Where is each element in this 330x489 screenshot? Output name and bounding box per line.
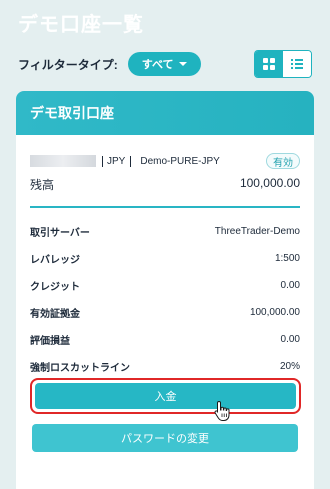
balance-row: 残高 100,000.00 xyxy=(30,176,300,193)
detail-label: 評価損益 xyxy=(30,336,70,347)
masked-account-number xyxy=(30,155,96,167)
grid-icon xyxy=(263,58,275,70)
hand-cursor-icon xyxy=(214,400,230,421)
account-id-row: JPY Demo-PURE-JPY 有効 xyxy=(30,152,300,170)
balance-label: 残高 xyxy=(30,178,55,192)
divider xyxy=(30,206,300,208)
detail-row: レバレッジ 1:500 xyxy=(30,245,300,272)
view-toggle xyxy=(254,50,312,78)
list-icon xyxy=(291,59,303,69)
deposit-button-highlight: 入金 xyxy=(30,378,301,414)
detail-label: レバレッジ xyxy=(30,255,80,266)
account-group: Demo-PURE-JPY xyxy=(140,155,220,167)
detail-row: 有効証拠金 100,000.00 xyxy=(30,299,300,326)
status-badge: 有効 xyxy=(266,153,300,169)
detail-row: クレジット 0.00 xyxy=(30,272,300,299)
detail-label: 取引サーバー xyxy=(30,228,90,239)
filter-label: フィルタータイプ: xyxy=(18,57,118,72)
balance-value: 100,000.00 xyxy=(239,176,300,190)
detail-value: 20% xyxy=(279,361,300,372)
detail-value: ThreeTrader-Demo xyxy=(214,226,300,237)
detail-value: 1:500 xyxy=(274,253,300,264)
filter-type-select[interactable]: すべて xyxy=(127,52,201,76)
detail-label: 強制ロスカットライン xyxy=(30,363,130,374)
deposit-button[interactable]: 入金 xyxy=(35,383,296,409)
detail-row: 強制ロスカットライン 20% xyxy=(30,353,300,380)
detail-label: 有効証拠金 xyxy=(30,309,80,320)
filter-selected-value: すべて xyxy=(141,59,174,71)
detail-value: 100,000.00 xyxy=(249,307,300,318)
chevron-down-icon xyxy=(178,62,187,66)
detail-row: 取引サーバー ThreeTrader-Demo xyxy=(30,218,300,245)
change-password-button[interactable]: パスワードの変更 xyxy=(32,424,298,452)
account-card-header: デモ取引口座 xyxy=(16,91,314,135)
list-view-button[interactable] xyxy=(283,51,311,77)
detail-value: 0.00 xyxy=(280,334,300,345)
account-details: 取引サーバー ThreeTrader-Demo レバレッジ 1:500 クレジッ… xyxy=(30,218,300,380)
detail-value: 0.00 xyxy=(280,280,300,291)
account-card: デモ取引口座 JPY Demo-PURE-JPY 有効 残高 100,000.0… xyxy=(16,91,314,489)
filter-row: フィルタータイプ: すべて xyxy=(18,50,312,78)
detail-row: 評価損益 0.00 xyxy=(30,326,300,353)
detail-label: クレジット xyxy=(30,282,80,293)
grid-view-button[interactable] xyxy=(255,51,283,77)
account-currency: JPY xyxy=(107,155,126,167)
page-title: デモ口座一覧 xyxy=(18,14,144,36)
